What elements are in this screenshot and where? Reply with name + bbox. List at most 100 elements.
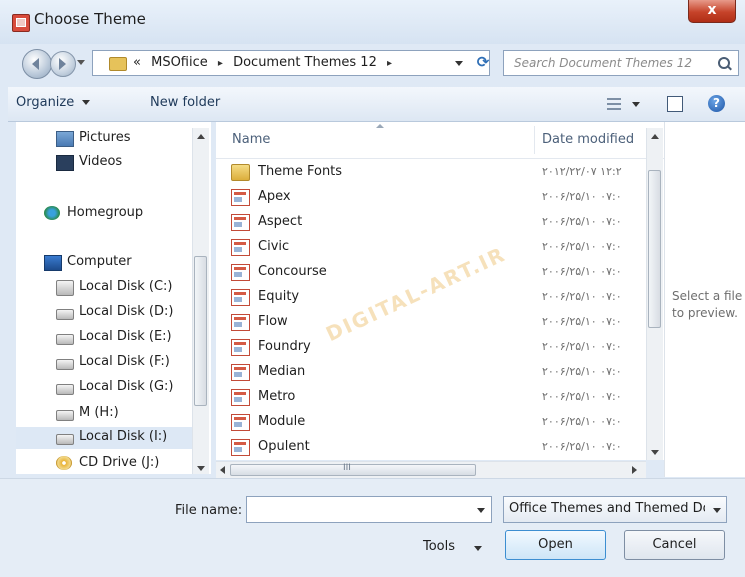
disk-icon — [56, 384, 74, 395]
list-item[interactable]: Apex ۲۰۰۶/۲۵/۱۰ ۰۷:۰ — [216, 185, 646, 210]
system-disk-icon — [56, 280, 74, 296]
file-date: ۲۰۰۶/۲۵/۱۰ ۰۷:۰ — [542, 215, 622, 228]
nav-item-label: Local Disk (F:) — [79, 354, 170, 369]
file-date: ۲۰۰۶/۲۵/۱۰ ۰۷:۰ — [542, 290, 622, 303]
tools-dropdown-icon[interactable] — [474, 546, 482, 551]
file-list-scroll-thumb[interactable] — [648, 170, 661, 328]
command-bar: Organize New folder ? — [0, 87, 745, 122]
address-dropdown-icon[interactable] — [455, 61, 463, 66]
nav-item-local-disk-i[interactable]: Local Disk (I:) — [16, 427, 194, 449]
scroll-down-arrow-icon[interactable] — [651, 450, 659, 455]
open-button[interactable]: Open — [505, 530, 606, 560]
file-name: Apex — [258, 189, 291, 204]
list-item[interactable]: Flow ۲۰۰۶/۲۵/۱۰ ۰۷:۰ — [216, 310, 646, 335]
theme-file-icon — [231, 339, 250, 356]
nav-item-label: CD Drive (J:) — [79, 455, 160, 470]
scroll-up-arrow-icon[interactable] — [651, 134, 659, 139]
column-header-row: Name Date modified — [216, 122, 665, 159]
disk-icon — [56, 410, 74, 421]
column-header-name[interactable]: Name — [232, 132, 270, 147]
preview-pane-icon[interactable] — [667, 96, 683, 112]
breadcrumb-separator-icon[interactable]: ▸ — [387, 58, 392, 69]
help-icon[interactable]: ? — [708, 95, 725, 112]
refresh-icon[interactable]: ⟳ — [472, 50, 494, 74]
file-name: Module — [258, 414, 306, 429]
preview-message: Select a file to preview. — [672, 289, 743, 320]
search-box[interactable]: Search Document Themes 12 — [503, 50, 739, 76]
file-date: ۲۰۱۲/۲۲/۰۷ ۱۲:۲ — [542, 165, 622, 178]
file-name: Aspect — [258, 214, 303, 229]
horizontal-scrollbar[interactable]: III — [216, 461, 646, 478]
list-item[interactable]: Theme Fonts ۲۰۱۲/۲۲/۰۷ ۱۲:۲ — [216, 160, 646, 185]
address-bar[interactable]: « MSOfiice ▸ Document Themes 12 ▸ — [92, 50, 490, 76]
horizontal-scroll-thumb[interactable]: III — [230, 463, 476, 476]
nav-item-videos[interactable]: Videos — [16, 152, 194, 174]
list-item[interactable]: Foundry ۲۰۰۶/۲۵/۱۰ ۰۷:۰ — [216, 335, 646, 360]
forward-button[interactable] — [50, 51, 76, 77]
organize-label: Organize — [16, 95, 75, 110]
scroll-left-arrow-icon[interactable] — [220, 466, 225, 474]
nav-item-local-disk-c[interactable]: Local Disk (C:) — [16, 277, 194, 299]
search-input[interactable]: Search Document Themes 12 — [514, 56, 692, 70]
theme-file-icon — [231, 314, 250, 331]
search-icon[interactable] — [718, 57, 730, 69]
nav-item-label: Local Disk (I:) — [79, 429, 168, 444]
file-name: Flow — [258, 314, 288, 329]
breadcrumb-msofiice[interactable]: MSOfiice — [151, 55, 208, 70]
navigation-scroll-thumb[interactable] — [194, 256, 207, 406]
nav-item-local-disk-f[interactable]: Local Disk (F:) — [16, 352, 194, 374]
file-date: ۲۰۰۶/۲۵/۱۰ ۰۷:۰ — [542, 265, 622, 278]
list-item[interactable]: Aspect ۲۰۰۶/۲۵/۱۰ ۰۷:۰ — [216, 210, 646, 235]
nav-item-m-h[interactable]: M (H:) — [16, 403, 194, 425]
breadcrumb-document-themes[interactable]: Document Themes 12 — [233, 55, 377, 70]
new-folder-button[interactable]: New folder — [150, 95, 220, 110]
nav-item-computer[interactable]: Computer — [16, 252, 194, 274]
navigation-scrollbar[interactable] — [192, 128, 209, 474]
view-options-dropdown-icon[interactable] — [632, 102, 640, 107]
navigation-pane: Pictures Videos Homegroup Computer Local… — [16, 122, 211, 474]
scroll-down-arrow-icon[interactable] — [197, 466, 205, 471]
file-list-scrollbar[interactable] — [646, 128, 663, 460]
list-item[interactable]: Median ۲۰۰۶/۲۵/۱۰ ۰۷:۰ — [216, 360, 646, 385]
nav-item-label: Local Disk (D:) — [79, 304, 174, 319]
tools-button[interactable]: Tools — [423, 539, 455, 554]
file-name: Foundry — [258, 339, 311, 354]
list-item[interactable]: Module ۲۰۰۶/۲۵/۱۰ ۰۷:۰ — [216, 410, 646, 435]
organize-button[interactable]: Organize — [16, 95, 91, 110]
recent-pages-dropdown[interactable] — [77, 60, 85, 65]
change-view-icon[interactable] — [607, 98, 621, 110]
folder-icon — [109, 57, 127, 71]
nav-item-local-disk-d[interactable]: Local Disk (D:) — [16, 302, 194, 324]
file-type-select[interactable]: Office Themes and Themed Do — [503, 496, 727, 523]
close-button[interactable]: x — [688, 0, 736, 23]
nav-item-local-disk-e[interactable]: Local Disk (E:) — [16, 327, 194, 349]
preview-pane: Select a file to preview. — [664, 122, 745, 477]
nav-item-pictures[interactable]: Pictures — [16, 128, 194, 150]
column-divider[interactable] — [534, 126, 535, 154]
list-item[interactable]: Opulent ۲۰۰۶/۲۵/۱۰ ۰۷:۰ — [216, 435, 646, 460]
pictures-icon — [56, 131, 74, 147]
nav-item-homegroup[interactable]: Homegroup — [16, 203, 194, 225]
list-item[interactable]: Civic ۲۰۰۶/۲۵/۱۰ ۰۷:۰ — [216, 235, 646, 260]
theme-file-icon — [231, 264, 250, 281]
nav-item-local-disk-g[interactable]: Local Disk (G:) — [16, 377, 194, 399]
file-date: ۲۰۰۶/۲۵/۱۰ ۰۷:۰ — [542, 190, 622, 203]
homegroup-icon — [44, 206, 60, 220]
nav-item-label: Local Disk (G:) — [79, 379, 174, 394]
file-name-input[interactable] — [246, 496, 492, 523]
column-header-date[interactable]: Date modified — [542, 132, 634, 147]
scroll-right-arrow-icon[interactable] — [632, 466, 637, 474]
file-type-value: Office Themes and Themed Do — [509, 501, 705, 516]
breadcrumb-separator-icon[interactable]: ▸ — [218, 58, 223, 69]
breadcrumb-overflow[interactable]: « — [133, 55, 141, 70]
nav-item-label: M (H:) — [79, 405, 119, 420]
scroll-up-arrow-icon[interactable] — [197, 134, 205, 139]
file-date: ۲۰۰۶/۲۵/۱۰ ۰۷:۰ — [542, 315, 622, 328]
theme-file-icon — [231, 214, 250, 231]
nav-item-cd-drive-j[interactable]: CD Drive (J:) — [16, 453, 194, 474]
list-item[interactable]: Metro ۲۰۰۶/۲۵/۱۰ ۰۷:۰ — [216, 385, 646, 410]
back-button[interactable] — [22, 49, 52, 79]
theme-file-icon — [231, 189, 250, 206]
file-name-dropdown-icon[interactable] — [477, 508, 485, 513]
cancel-button[interactable]: Cancel — [624, 530, 725, 560]
